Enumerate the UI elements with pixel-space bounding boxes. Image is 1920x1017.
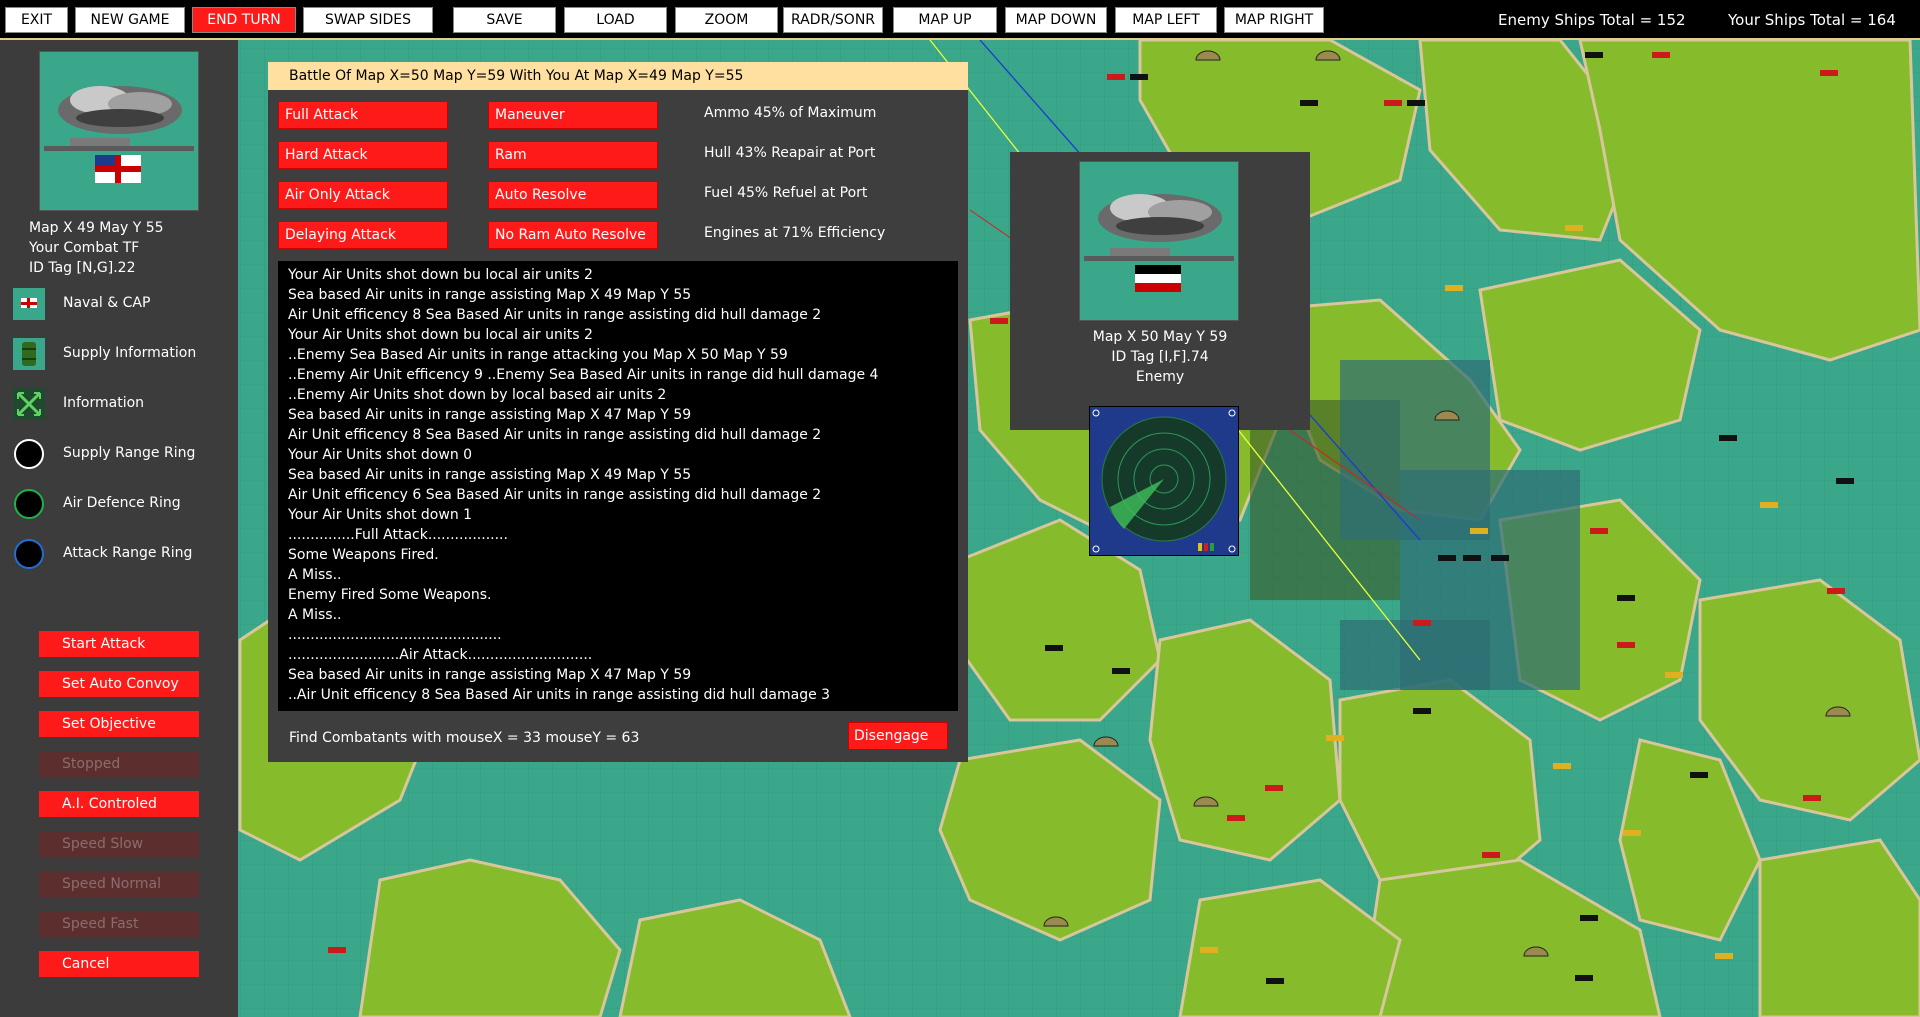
start-attack-button[interactable]: Start Attack (39, 631, 199, 657)
map-down-button[interactable]: MAP DOWN (1005, 7, 1107, 33)
menu-naval-cap-label: Naval & CAP (63, 295, 151, 311)
log-line: Air Unit efficency 8 Sea Based Air units… (288, 427, 822, 443)
attack-ring-icon (14, 539, 44, 569)
your-map-position: Map X 49 May Y 55 (29, 220, 164, 236)
supply-barrel-icon (13, 338, 45, 370)
log-line: ..Enemy Air Units shot down by local bas… (288, 387, 667, 403)
enemy-side-label: Enemy (1135, 369, 1185, 385)
supply-ring-icon (14, 439, 44, 469)
log-line: Sea based Air units in range assisting M… (288, 667, 692, 683)
enemy-ship-portrait (1079, 161, 1239, 321)
menu-supply-range-ring-label: Supply Range Ring (63, 445, 196, 461)
top-toolbar: EXIT NEW GAME END TURN SWAP SIDES SAVE L… (0, 0, 1920, 40)
load-button[interactable]: LOAD (564, 7, 667, 33)
your-ship-portrait (39, 51, 199, 211)
no-ram-auto-resolve-button[interactable]: No Ram Auto Resolve (488, 221, 658, 249)
information-arrows-icon (13, 388, 45, 420)
log-line: Your Air Units shot down 1 (288, 507, 473, 523)
enemy-ship-smoke-image (1084, 194, 1234, 292)
set-auto-convoy-button[interactable]: Set Auto Convoy (39, 671, 199, 697)
map-up-button[interactable]: MAP UP (893, 7, 997, 33)
log-line: ........................................… (288, 627, 502, 643)
log-line: ..Air Unit efficency 8 Sea Based Air uni… (288, 687, 831, 703)
hull-status: Hull 43% Reapair at Port (704, 145, 876, 161)
full-attack-button[interactable]: Full Attack (278, 101, 448, 129)
battle-dialog: Battle Of Map X=50 Map Y=59 With You At … (268, 62, 968, 762)
menu-information[interactable]: Information (10, 383, 230, 423)
enemy-map-position: Map X 50 May Y 59 (1092, 329, 1228, 345)
air-only-attack-button[interactable]: Air Only Attack (278, 181, 448, 209)
log-line: ..Enemy Air Unit efficency 9 ..Enemy Sea… (288, 367, 879, 383)
log-line: A Miss.. (288, 607, 342, 623)
your-ships-total: Your Ships Total = 164 (1728, 11, 1896, 29)
ship-smoke-image (44, 86, 194, 183)
log-line: Sea based Air units in range assisting M… (288, 467, 692, 483)
engines-status: Engines at 71% Efficiency (704, 225, 886, 241)
log-line: Your Air Units shot down 0 (288, 447, 473, 463)
ram-button[interactable]: Ram (488, 141, 658, 169)
log-line: Sea based Air units in range assisting M… (288, 407, 692, 423)
disengage-button[interactable]: Disengage (848, 722, 948, 750)
air-defence-ring-icon (14, 489, 44, 519)
exit-button[interactable]: EXIT (5, 7, 68, 33)
find-combatants-text: Find Combatants with mouseX = 33 mouseY … (289, 730, 640, 746)
your-combat-type: Your Combat TF (29, 240, 140, 256)
fuel-status: Fuel 45% Refuel at Port (704, 185, 868, 201)
menu-air-defence-ring[interactable]: Air Defence Ring (10, 483, 230, 523)
log-line: A Miss.. (288, 567, 342, 583)
menu-air-defence-ring-label: Air Defence Ring (63, 495, 181, 511)
set-objective-button[interactable]: Set Objective (39, 711, 199, 737)
end-turn-button[interactable]: END TURN (192, 7, 296, 33)
white-ensign-flag-icon (95, 155, 141, 183)
log-line: Air Unit efficency 8 Sea Based Air units… (288, 307, 822, 323)
enemy-id-tag: ID Tag [I,F].74 (1111, 349, 1209, 365)
cancel-button[interactable]: Cancel (39, 951, 199, 977)
log-line: Some Weapons Fired. (288, 547, 439, 563)
speed-fast-button: Speed Fast (39, 911, 199, 937)
radar-sonar-button[interactable]: RADR/SONR (783, 7, 883, 33)
maneuver-button[interactable]: Maneuver (488, 101, 658, 129)
menu-supply-range-ring[interactable]: Supply Range Ring (10, 433, 230, 473)
battle-title: Battle Of Map X=50 Map Y=59 With You At … (268, 62, 968, 90)
menu-attack-range-ring-label: Attack Range Ring (63, 545, 193, 561)
menu-attack-range-ring[interactable]: Attack Range Ring (10, 533, 230, 573)
log-line: Your Air Units shot down bu local air un… (288, 267, 593, 283)
log-line: .........................Air Attack.....… (288, 647, 593, 663)
battle-log[interactable]: Your Air Units shot down bu local air un… (278, 261, 958, 711)
imperial-flag-icon (1135, 265, 1181, 292)
radar-sweep-icon (1092, 409, 1236, 553)
new-game-button[interactable]: NEW GAME (75, 7, 185, 33)
speed-slow-button: Speed Slow (39, 831, 199, 857)
save-button[interactable]: SAVE (453, 7, 556, 33)
log-line: Your Air Units shot down bu local air un… (288, 327, 593, 343)
menu-information-label: Information (63, 395, 145, 411)
log-line: Enemy Fired Some Weapons. (288, 587, 492, 603)
hard-attack-button[interactable]: Hard Attack (278, 141, 448, 169)
stopped-button: Stopped (39, 751, 199, 777)
enemy-ships-total: Enemy Ships Total = 152 (1498, 11, 1686, 29)
swap-sides-button[interactable]: SWAP SIDES (303, 7, 433, 33)
left-panel: Map X 49 May Y 55 Your Combat TF ID Tag … (0, 40, 238, 1017)
ammo-status: Ammo 45% of Maximum (704, 105, 877, 121)
your-id-tag: ID Tag [N,G].22 (29, 260, 136, 276)
map-left-button[interactable]: MAP LEFT (1115, 7, 1217, 33)
delaying-attack-button[interactable]: Delaying Attack (278, 221, 448, 249)
log-line: Air Unit efficency 6 Sea Based Air units… (288, 487, 822, 503)
map-right-button[interactable]: MAP RIGHT (1224, 7, 1324, 33)
auto-resolve-button[interactable]: Auto Resolve (488, 181, 658, 209)
enemy-panel: Map X 50 May Y 59 ID Tag [I,F].74 Enemy (1010, 152, 1310, 430)
zoom-button[interactable]: ZOOM (675, 7, 778, 33)
ai-controlled-button[interactable]: A.I. Controled (39, 791, 199, 817)
radar-display[interactable] (1089, 406, 1239, 556)
menu-naval-cap[interactable]: Naval & CAP (10, 283, 230, 323)
naval-cap-icon (13, 288, 45, 320)
log-line: Sea based Air units in range assisting M… (288, 287, 692, 303)
speed-normal-button: Speed Normal (39, 871, 199, 897)
log-line: ..Enemy Sea Based Air units in range att… (288, 347, 788, 363)
menu-supply-information-label: Supply Information (63, 345, 197, 361)
log-line: ...............Full Attack..............… (288, 527, 508, 543)
menu-supply-information[interactable]: Supply Information (10, 333, 230, 373)
